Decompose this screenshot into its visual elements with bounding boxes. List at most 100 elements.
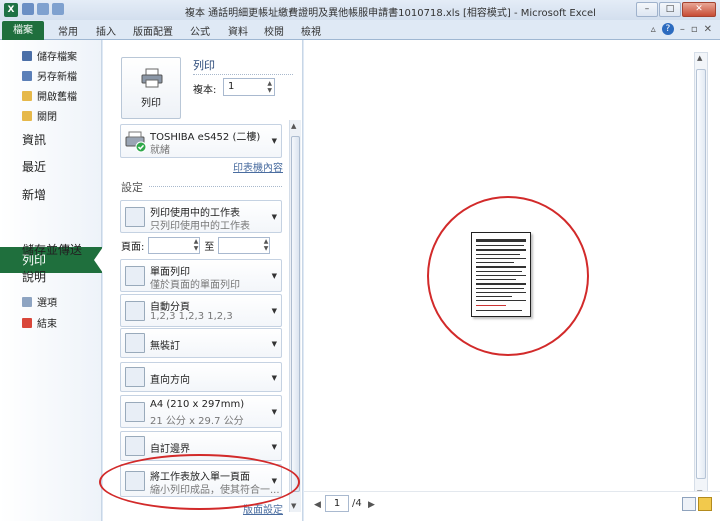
- ribbon-collapse-icon[interactable]: ▵: [651, 24, 656, 35]
- page-total: /4: [352, 498, 362, 509]
- pages-to-input[interactable]: ▲ ▼: [218, 237, 271, 254]
- preview-status-bar: ◀ ▶: [304, 491, 720, 521]
- show-margins-icon[interactable]: [682, 497, 696, 511]
- printer-dropdown[interactable]: TOSHIBA eS452 (二樓) 就緒 ▼: [120, 124, 282, 158]
- print-button-label: 列印: [141, 98, 161, 109]
- ribbon-tabs: 檔案 常用 插入 版面配置 公式 資料 校閱 檢視 ▵ ? – ▫ ✕: [0, 20, 720, 40]
- chevron-down-icon: ▼: [271, 213, 277, 221]
- pages-from-input[interactable]: ▲ ▼: [148, 237, 201, 254]
- options-icon: [22, 296, 32, 307]
- orientation-dropdown[interactable]: 直向方向 ▼: [120, 362, 282, 392]
- redo-icon[interactable]: [52, 3, 64, 15]
- paper-size-icon: [125, 402, 145, 422]
- staple-icon: [125, 333, 145, 353]
- window-controls: – □ ✕: [636, 2, 716, 17]
- copies-spinner[interactable]: ▲ ▼: [267, 80, 272, 94]
- divider: [149, 186, 282, 187]
- folder-open-icon: [22, 90, 32, 101]
- single-side-icon: [125, 266, 145, 286]
- sheets-icon: [125, 207, 145, 227]
- title-bar: X 複本 通話明細更帳址繳費證明及異他帳服申請書1010718.xls [相容模…: [0, 0, 720, 20]
- nav-help[interactable]: 說明: [22, 268, 46, 285]
- tab-page-layout[interactable]: 版面配置: [133, 23, 173, 38]
- nav-save-send[interactable]: 儲存並傳送: [22, 241, 82, 258]
- pages-to-label: 至: [204, 242, 215, 253]
- doc-close-icon[interactable]: ✕: [704, 24, 712, 35]
- nav-save[interactable]: 儲存檔案: [22, 48, 77, 63]
- tab-data[interactable]: 資料: [228, 23, 248, 38]
- nav-exit[interactable]: 結束: [22, 315, 57, 330]
- nav-recent[interactable]: 最近: [22, 158, 46, 175]
- collate-dropdown[interactable]: 自動分頁 1,2,3 1,2,3 1,2,3 ▼: [120, 294, 282, 327]
- nav-open[interactable]: 開啟舊檔: [22, 88, 77, 103]
- next-page-icon[interactable]: ▶: [368, 500, 375, 510]
- nav-info[interactable]: 資訊: [22, 131, 46, 148]
- pages-range: 頁面: ▲ ▼ 至 ▲ ▼: [121, 237, 271, 254]
- chevron-down-icon: ▼: [271, 272, 277, 280]
- chevron-down-icon: ▼: [271, 374, 277, 382]
- scroll-thumb[interactable]: [696, 69, 706, 479]
- paper-size-dropdown[interactable]: A4 (210 x 297mm) 21 公分 x 29.7 公分 ▼: [120, 395, 282, 428]
- copies-input[interactable]: 1 ▲ ▼: [223, 78, 275, 96]
- tab-file[interactable]: 檔案: [2, 21, 44, 40]
- settings-heading: 設定: [121, 181, 143, 194]
- save-as-icon: [22, 70, 32, 81]
- scroll-down-icon[interactable]: ▼: [291, 502, 296, 510]
- scroll-up-icon[interactable]: ▲: [697, 54, 702, 62]
- ribbon-right-controls: ▵ ? – ▫ ✕: [651, 23, 712, 35]
- annotation-circle-scaling: [99, 454, 300, 510]
- preview-scrollbar[interactable]: ▲ ▼: [694, 52, 708, 499]
- portrait-icon: [125, 367, 145, 387]
- printer-icon: [141, 68, 163, 88]
- doc-minimize-icon[interactable]: –: [680, 24, 685, 35]
- current-page-input[interactable]: 1: [325, 495, 349, 512]
- annotation-circle-preview: [427, 196, 589, 356]
- minimize-button[interactable]: –: [636, 2, 658, 17]
- panel-scrollbar[interactable]: ▲ ▼: [289, 120, 301, 512]
- tab-home[interactable]: 常用: [58, 23, 78, 38]
- doc-restore-icon[interactable]: ▫: [691, 24, 698, 35]
- print-panel: 列印 列印 複本: 1 ▲ ▼ TOSHIBA eS452 (二樓) 就緒 ▼ 印…: [103, 40, 303, 521]
- chevron-down-icon: ▼: [271, 137, 277, 145]
- window-title: 複本 通話明細更帳址繳費證明及異他帳服申請書1010718.xls [相容模式]…: [185, 8, 596, 19]
- copies-label: 複本:: [193, 85, 217, 96]
- scroll-up-icon[interactable]: ▲: [291, 122, 296, 130]
- divider: [193, 74, 293, 75]
- tab-review[interactable]: 校閱: [264, 23, 284, 38]
- print-heading: 列印: [193, 59, 215, 72]
- folder-close-icon: [22, 110, 32, 121]
- margins-icon: [125, 436, 145, 456]
- nav-new[interactable]: 新增: [22, 186, 46, 203]
- chevron-down-icon: ▼: [271, 307, 277, 315]
- print-button[interactable]: 列印: [121, 57, 181, 119]
- exit-icon: [22, 317, 32, 328]
- excel-app-icon[interactable]: X: [4, 3, 18, 17]
- maximize-button[interactable]: □: [659, 2, 681, 17]
- help-icon[interactable]: ?: [661, 23, 674, 35]
- undo-icon[interactable]: [37, 3, 49, 15]
- save-icon[interactable]: [22, 3, 34, 15]
- backstage-nav: 儲存檔案 另存新檔 開啟舊檔 關閉 資訊 最近 新增 列印 儲存並傳送 說明 選…: [0, 40, 103, 521]
- tab-formulas[interactable]: 公式: [190, 23, 210, 38]
- tab-insert[interactable]: 插入: [96, 23, 116, 38]
- chevron-down-icon: ▼: [271, 443, 277, 451]
- collate-icon: [125, 301, 145, 321]
- nav-save-as[interactable]: 另存新檔: [22, 68, 77, 83]
- save-icon: [22, 50, 32, 61]
- tab-view[interactable]: 檢視: [301, 23, 321, 38]
- quick-access-toolbar: [22, 3, 64, 15]
- scroll-thumb[interactable]: [291, 136, 300, 492]
- previous-page-icon[interactable]: ◀: [314, 500, 321, 510]
- pages-label: 頁面:: [121, 242, 145, 253]
- chevron-down-icon: ▼: [271, 340, 277, 348]
- staple-dropdown[interactable]: 無裝訂 ▼: [120, 328, 282, 358]
- zoom-to-page-icon[interactable]: [698, 497, 712, 511]
- print-what-dropdown[interactable]: 列印使用中的工作表 只列印使用中的工作表 ▼: [120, 200, 282, 233]
- nav-options[interactable]: 選項: [22, 294, 57, 309]
- printer-status-icon: [125, 131, 147, 153]
- close-button[interactable]: ✕: [682, 2, 716, 17]
- chevron-down-icon: ▼: [271, 408, 277, 416]
- printer-properties-link[interactable]: 印表機內容: [233, 159, 283, 174]
- nav-close[interactable]: 關閉: [22, 108, 57, 123]
- sides-dropdown[interactable]: 單面列印 僅於頁面的單面列印 ▼: [120, 259, 282, 292]
